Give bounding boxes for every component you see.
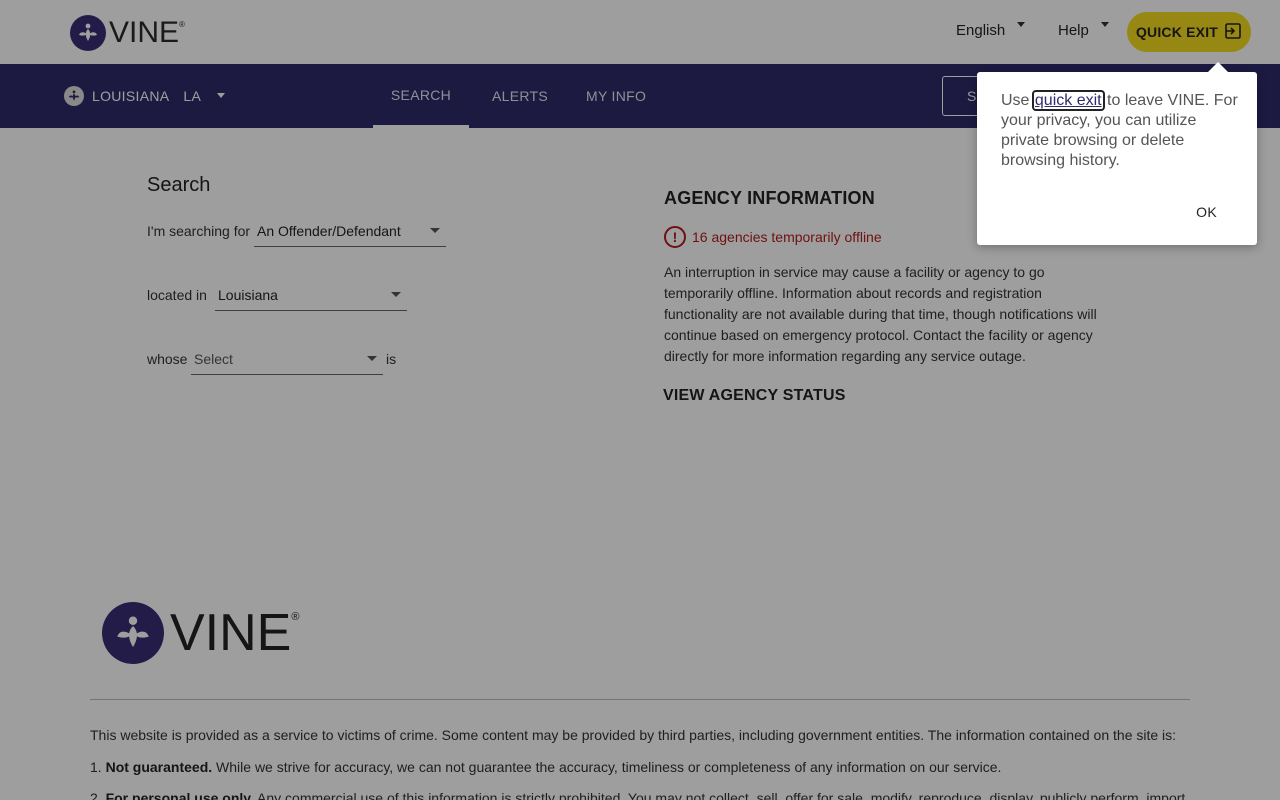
quick-exit-link[interactable]: quick exit: [1031, 90, 1105, 111]
ok-button[interactable]: OK: [1196, 204, 1217, 220]
quick-exit-tip-popover: Use quick exit to leave VINE. For your p…: [977, 62, 1257, 245]
quick-exit-tip-message: Use quick exit to leave VINE. For your p…: [1001, 90, 1238, 169]
